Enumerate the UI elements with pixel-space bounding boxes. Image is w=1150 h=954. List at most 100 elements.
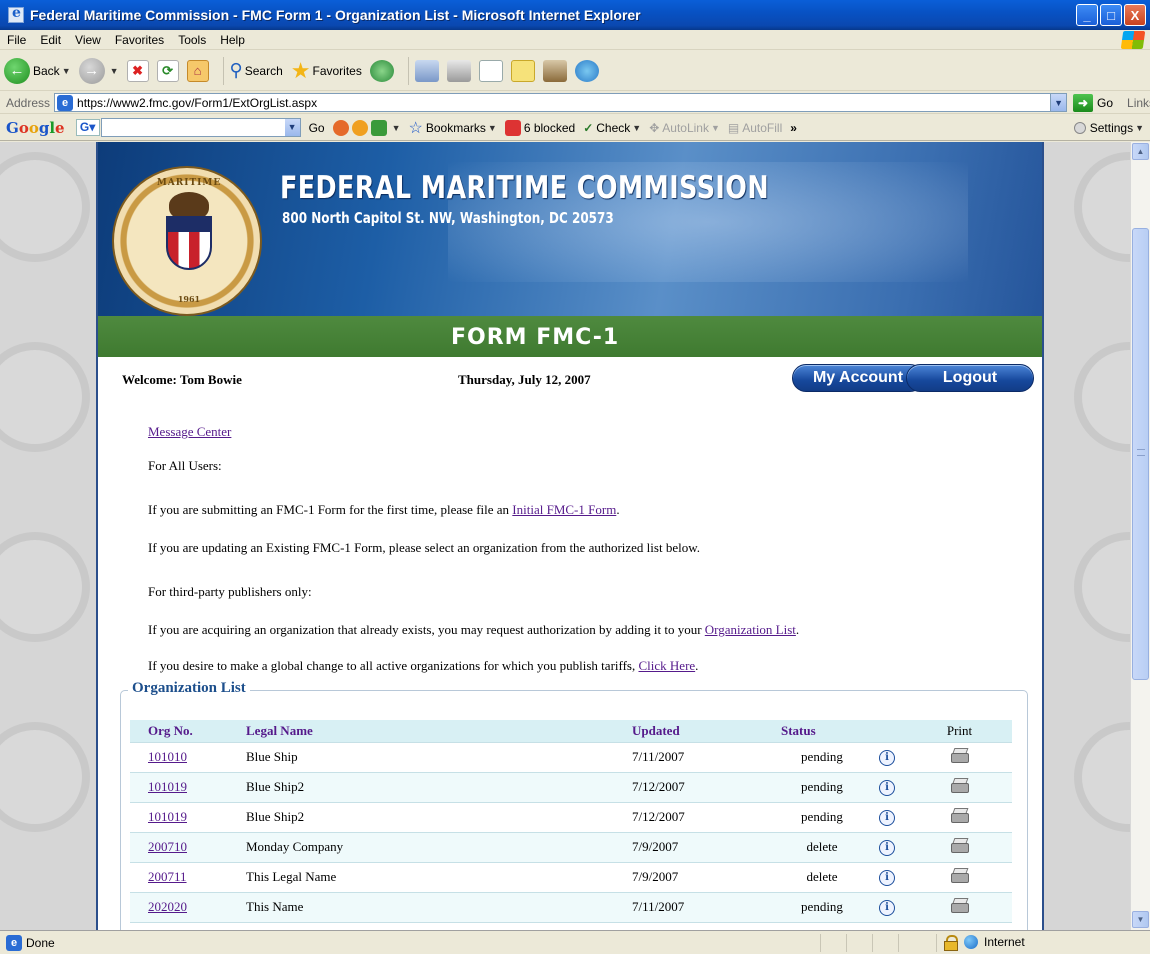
legal-name-cell: This Legal Name xyxy=(246,862,632,893)
stop-icon[interactable]: ✖ xyxy=(126,59,149,82)
pagerank-icon[interactable] xyxy=(351,119,368,136)
bookmarks-button[interactable]: ☆ Bookmarks ▼ xyxy=(409,118,497,138)
address-input[interactable]: e https://www2.fmc.gov/Form1/ExtOrgList.… xyxy=(54,93,1068,112)
address-dropdown-icon[interactable]: ▼ xyxy=(1050,94,1067,111)
org-number-link[interactable]: 101019 xyxy=(148,809,187,824)
organization-list-link[interactable]: Organization List xyxy=(705,622,796,637)
puzzle-icon[interactable] xyxy=(370,119,387,136)
google-more-chevron-icon[interactable]: » xyxy=(790,121,797,135)
fmc-seal-logo: MARITIME 1961 xyxy=(112,166,262,316)
updated-cell: 7/9/2007 xyxy=(632,832,777,863)
menu-file[interactable]: File xyxy=(0,33,33,47)
search-button[interactable]: ⚲ Search xyxy=(230,60,283,81)
google-extra-icons[interactable]: ▼ xyxy=(332,119,401,136)
back-button[interactable]: ← Back ▼ xyxy=(4,57,71,84)
search-icon: ⚲ xyxy=(229,60,243,80)
menu-help[interactable]: Help xyxy=(213,33,252,47)
menu-favorites[interactable]: Favorites xyxy=(108,33,171,47)
welcome-text: Welcome: Tom Bowie xyxy=(122,372,242,387)
google-search-dropdown-icon[interactable]: ▼ xyxy=(284,119,300,136)
scrollbar-thumb[interactable] xyxy=(1132,228,1149,680)
org-number-link[interactable]: 202020 xyxy=(148,899,187,914)
org-number-link[interactable]: 101019 xyxy=(148,779,187,794)
go-button[interactable]: ➜ Go xyxy=(1073,93,1113,112)
sort-updated-link[interactable]: Updated xyxy=(632,723,680,738)
printer-icon[interactable] xyxy=(950,838,969,853)
toolbar-separator xyxy=(222,56,224,85)
info-icon[interactable]: i xyxy=(879,810,895,826)
research-icon[interactable] xyxy=(542,59,567,82)
toolbar-separator xyxy=(407,56,409,85)
spellcheck-button[interactable]: ✓ Check ▼ xyxy=(583,121,641,135)
menu-edit[interactable]: Edit xyxy=(33,33,68,47)
sort-status-link[interactable]: Status xyxy=(781,723,816,738)
printer-icon[interactable] xyxy=(950,748,969,763)
printer-icon[interactable] xyxy=(950,898,969,913)
menu-view[interactable]: View xyxy=(68,33,108,47)
org-number-link[interactable]: 101010 xyxy=(148,749,187,764)
news-icon[interactable] xyxy=(332,119,349,136)
my-account-button[interactable]: My Account xyxy=(792,364,924,392)
scroll-up-icon[interactable]: ▲ xyxy=(1132,143,1149,160)
seal-watermark xyxy=(1074,722,1130,832)
autofill-button[interactable]: ▤ AutoFill xyxy=(728,121,782,135)
seal-watermark xyxy=(0,722,90,832)
discuss-icon[interactable] xyxy=(510,59,535,82)
menu-bar: File Edit View Favorites Tools Help xyxy=(0,30,1150,50)
status-cell: pending xyxy=(777,772,867,803)
mail-icon[interactable] xyxy=(414,59,439,82)
info-icon[interactable]: i xyxy=(879,870,895,886)
autolink-icon: ✥ xyxy=(649,120,660,135)
seal-watermark xyxy=(1074,342,1130,452)
maximize-button[interactable]: □ xyxy=(1100,4,1122,26)
sort-org-no-link[interactable]: Org No. xyxy=(148,723,193,738)
refresh-icon[interactable]: ⟳ xyxy=(156,59,179,82)
close-button[interactable]: X xyxy=(1124,4,1146,26)
organization-table: Org No. Legal Name Updated Status Print … xyxy=(130,720,1012,923)
acquiring-paragraph: If you are acquiring an organization tha… xyxy=(148,622,800,637)
org-number-link[interactable]: 200710 xyxy=(148,839,187,854)
scroll-down-icon[interactable]: ▼ xyxy=(1132,911,1149,928)
info-icon[interactable]: i xyxy=(879,840,895,856)
click-here-link[interactable]: Click Here xyxy=(639,658,696,673)
initial-fmc1-form-link[interactable]: Initial FMC-1 Form xyxy=(512,502,616,517)
messenger-icon[interactable] xyxy=(574,59,599,82)
forward-dropdown-icon[interactable]: ▼ xyxy=(110,66,119,76)
settings-button[interactable]: Settings ▼ xyxy=(1073,121,1144,135)
address-url[interactable]: https://www2.fmc.gov/Form1/ExtOrgList.as… xyxy=(77,96,1050,110)
form-title: FORM FMC-1 xyxy=(451,325,620,350)
info-icon[interactable]: i xyxy=(879,900,895,916)
minimize-button[interactable]: _ xyxy=(1076,4,1098,26)
updated-cell: 7/9/2007 xyxy=(632,862,777,893)
message-center-link[interactable]: Message Center xyxy=(148,424,231,439)
info-icon[interactable]: i xyxy=(879,750,895,766)
popup-blocker-button[interactable]: 6 blocked xyxy=(504,119,575,136)
home-icon[interactable]: ⌂ xyxy=(186,59,209,82)
menu-tools[interactable]: Tools xyxy=(171,33,213,47)
edit-icon[interactable] xyxy=(478,59,503,82)
browser-viewport: MARITIME 1961 FEDERAL MARITIME COMMISSIO… xyxy=(0,142,1130,930)
printer-icon[interactable] xyxy=(950,808,969,823)
seal-watermark xyxy=(0,342,90,452)
google-go-button[interactable]: Go xyxy=(309,121,325,135)
printer-icon[interactable] xyxy=(950,868,969,883)
printer-icon[interactable] xyxy=(950,778,969,793)
google-g-icon[interactable]: G▾ xyxy=(75,119,100,136)
autolink-button[interactable]: ✥ AutoLink ▼ xyxy=(649,121,720,135)
favorites-button[interactable]: ★ Favorites xyxy=(291,58,362,84)
forward-button[interactable]: → ▼ xyxy=(78,57,119,84)
updated-cell: 7/11/2007 xyxy=(632,742,777,773)
updated-cell: 7/12/2007 xyxy=(632,772,777,803)
legal-name-cell: Monday Company xyxy=(246,832,632,863)
sort-legal-name-link[interactable]: Legal Name xyxy=(246,723,313,738)
back-dropdown-icon[interactable]: ▼ xyxy=(62,66,71,76)
logout-button[interactable]: Logout xyxy=(906,364,1034,392)
links-button[interactable]: Links xyxy=(1127,96,1150,110)
window-title: Federal Maritime Commission - FMC Form 1… xyxy=(30,7,641,23)
history-icon[interactable] xyxy=(369,59,394,82)
google-search-input[interactable]: G▾ ▼ xyxy=(75,118,301,137)
vertical-scrollbar[interactable]: ▲ ▼ xyxy=(1130,142,1150,930)
info-icon[interactable]: i xyxy=(879,780,895,796)
org-number-link[interactable]: 200711 xyxy=(148,869,187,884)
print-icon[interactable] xyxy=(446,59,471,82)
